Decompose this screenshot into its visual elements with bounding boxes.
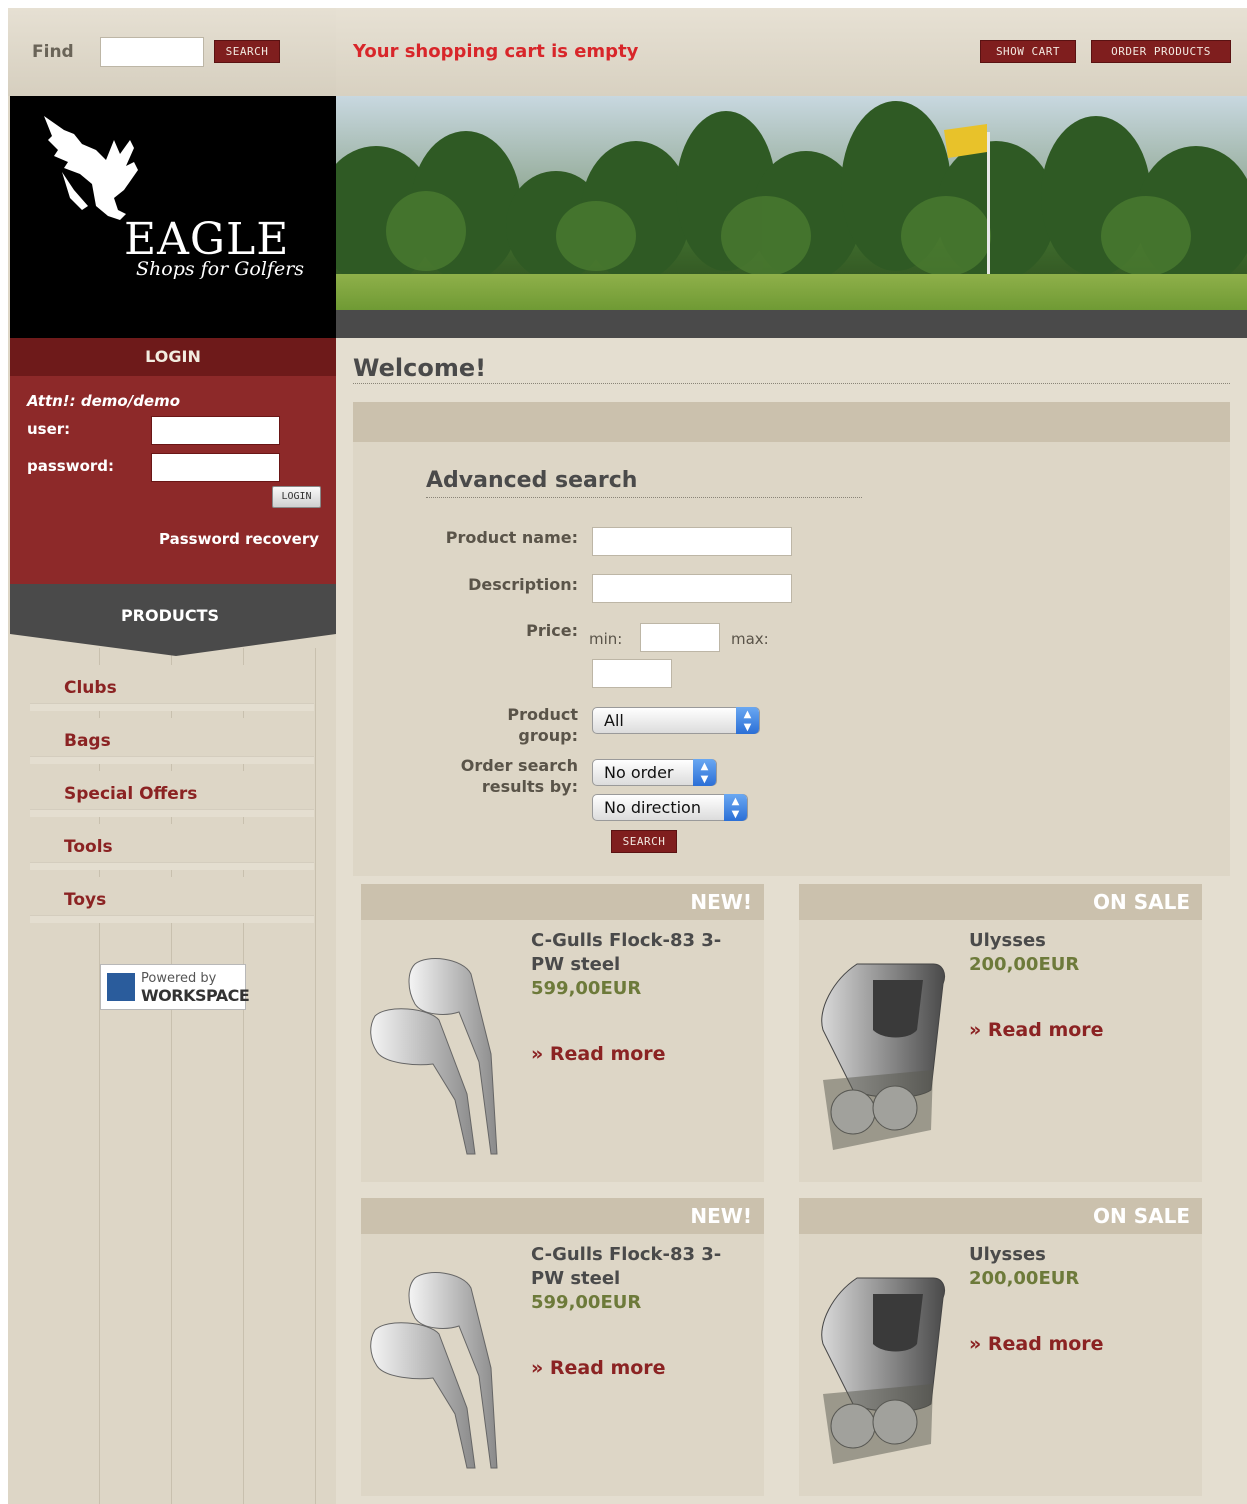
fairway: [336, 274, 1247, 310]
product-price: 599,00EUR: [531, 978, 642, 999]
cart-status: Your shopping cart is empty: [353, 41, 639, 62]
logo-tagline: Shops for Golfers: [136, 258, 305, 280]
product-name[interactable]: Ulysses: [969, 929, 1189, 953]
advanced-search-button[interactable]: search: [611, 830, 677, 853]
order-by-select[interactable]: No order ▲ ▼: [592, 759, 717, 786]
product-card[interactable]: NEW! C-Gulls Flock-83 3-PW steel 599,00E…: [361, 884, 764, 1182]
workspace-logo-icon: [107, 973, 135, 1001]
description-label: Description:: [468, 575, 578, 594]
page-frame: Find search EAGLE Shops for Golfers LOGI…: [8, 8, 1247, 1504]
title-divider: [353, 383, 1230, 384]
password-input[interactable]: [151, 453, 280, 482]
product-group-label-line1: Product: [507, 705, 578, 724]
direction-select[interactable]: No direction ▲ ▼: [592, 794, 748, 821]
password-recovery-link[interactable]: Password recovery: [159, 530, 319, 548]
user-label: user:: [27, 420, 71, 438]
direction-value: No direction: [604, 798, 701, 817]
find-label: Find: [32, 42, 74, 62]
product-name[interactable]: Ulysses: [969, 1243, 1189, 1267]
order-by-value: No order: [604, 763, 674, 782]
product-card[interactable]: ON SALE Ulysses 200,00EUR » Read more: [799, 1198, 1202, 1496]
product-name[interactable]: C-Gulls Flock-83 3-PW steel: [531, 1243, 751, 1291]
price-min-label: min:: [589, 630, 623, 648]
product-name-label: Product name:: [445, 528, 578, 547]
select-arrows-icon: ▲ ▼: [693, 759, 716, 786]
select-arrows-icon: ▲ ▼: [736, 707, 759, 734]
golf-irons-image: [370, 958, 498, 1155]
advanced-search-divider: [426, 497, 862, 498]
product-group-select[interactable]: All ▲ ▼: [592, 707, 760, 734]
login-note: Attn!: demo/demo: [27, 392, 181, 410]
login-button[interactable]: login: [272, 486, 321, 508]
price-max-label: max:: [731, 630, 769, 648]
order-label-line2: results by:: [481, 777, 578, 796]
product-price: 599,00EUR: [531, 1292, 642, 1313]
putter-head-image: [821, 1277, 946, 1464]
login-heading: LOGIN: [10, 338, 336, 376]
eagle-icon: [44, 116, 138, 220]
golf-course-banner: [336, 96, 1247, 338]
product-name-input[interactable]: [592, 527, 792, 556]
find-search-button[interactable]: search: [214, 40, 280, 63]
sidebar-item-tools[interactable]: Tools: [30, 824, 314, 870]
product-group-label-line2: group:: [518, 726, 578, 745]
read-more-link[interactable]: » Read more: [969, 1333, 1104, 1355]
product-group-value: All: [604, 711, 624, 730]
order-label-line1: Order search: [460, 756, 578, 775]
order-products-button[interactable]: order products: [1091, 40, 1231, 63]
price-min-input[interactable]: [640, 623, 720, 652]
top-bar: Your shopping cart is empty show cart or…: [336, 8, 1247, 96]
on-sale-badge: ON SALE: [799, 1198, 1202, 1234]
price-max-input[interactable]: [592, 659, 672, 688]
golf-irons-image: [370, 1272, 498, 1469]
putter-head-image: [821, 963, 946, 1150]
advanced-search-title: Advanced search: [426, 468, 638, 493]
page-title: Welcome!: [353, 354, 487, 382]
sidebar-item-toys[interactable]: Toys: [30, 877, 314, 923]
products-heading: PRODUCTS: [10, 584, 336, 664]
product-price: 200,00EUR: [969, 954, 1080, 975]
product-group-label: Product group:: [507, 704, 578, 746]
find-bar: Find search: [8, 8, 336, 96]
show-cart-button[interactable]: show cart: [980, 40, 1076, 63]
password-label: password:: [27, 457, 115, 475]
product-card[interactable]: NEW! C-Gulls Flock-83 3-PW steel 599,00E…: [361, 1198, 764, 1496]
price-label: Price:: [526, 621, 578, 640]
description-input[interactable]: [592, 574, 792, 603]
new-badge: NEW!: [361, 884, 764, 920]
product-card[interactable]: ON SALE Ulysses 200,00EUR » Read more: [799, 884, 1202, 1182]
login-box: Attn!: demo/demo user: password: login P…: [10, 376, 336, 584]
left-column: Find search EAGLE Shops for Golfers LOGI…: [8, 8, 336, 1504]
order-results-label: Order search results by:: [461, 755, 578, 797]
read-more-link[interactable]: » Read more: [969, 1019, 1104, 1041]
find-input[interactable]: [100, 37, 204, 67]
product-name[interactable]: C-Gulls Flock-83 3-PW steel: [531, 929, 751, 977]
banner-strip: [336, 310, 1247, 338]
trees-image: [336, 101, 1247, 286]
workspace-text: WORKSPACE: [141, 986, 250, 1005]
sidebar-item-special-offers[interactable]: Special Offers: [30, 771, 314, 817]
advanced-search-panel: Advanced search Product name: Descriptio…: [353, 402, 1230, 876]
eagle-logo[interactable]: EAGLE Shops for Golfers: [10, 96, 336, 338]
select-arrows-icon: ▲ ▼: [724, 794, 747, 821]
read-more-link[interactable]: » Read more: [531, 1357, 666, 1379]
products-heading-label: PRODUCTS: [120, 606, 220, 625]
product-price: 200,00EUR: [969, 1268, 1080, 1289]
sidebar-item-bags[interactable]: Bags: [30, 718, 314, 764]
panel-header-band: [353, 402, 1230, 442]
on-sale-badge: ON SALE: [799, 884, 1202, 920]
read-more-link[interactable]: » Read more: [531, 1043, 666, 1065]
powered-by-text: Powered by: [141, 971, 217, 986]
sidebar-item-clubs[interactable]: Clubs: [30, 665, 314, 711]
powered-by-badge[interactable]: Powered by WORKSPACE: [100, 964, 250, 1010]
new-badge: NEW!: [361, 1198, 764, 1234]
user-input[interactable]: [151, 416, 280, 445]
